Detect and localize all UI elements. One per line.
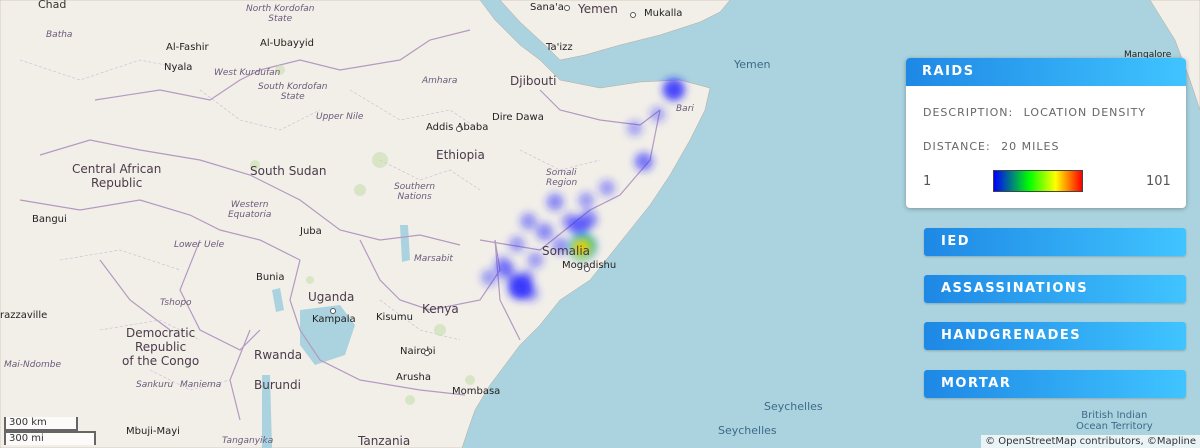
label-batha: Batha xyxy=(46,30,73,40)
city-dot xyxy=(564,5,570,11)
heat-point xyxy=(634,152,654,172)
label-brazzaville: razzaville xyxy=(0,310,48,321)
label-upper-nile: Upper Nile xyxy=(316,112,364,122)
label-kampala: Kampala xyxy=(312,314,356,325)
heat-point xyxy=(662,78,686,101)
label-nyala: Nyala xyxy=(164,62,193,73)
label-sanaa: Sana'a xyxy=(530,2,564,13)
label-mbuji-mayi: Mbuji-Mayi xyxy=(126,426,180,437)
label-tanzania: Tanzania xyxy=(358,434,411,448)
description-label: DESCRIPTION: xyxy=(923,106,1014,119)
city-dot xyxy=(584,266,590,272)
heat-point xyxy=(546,193,564,211)
label-nairobi: Nairobi xyxy=(400,346,436,357)
label-bunia: Bunia xyxy=(256,272,285,283)
distance-label: DISTANCE: xyxy=(923,140,991,153)
heat-point xyxy=(626,120,643,137)
label-bari: Bari xyxy=(676,104,694,114)
label-al-fashir: Al-Fashir xyxy=(166,42,209,53)
label-dire-dawa: Dire Dawa xyxy=(492,112,544,123)
label-djibouti: Djibouti xyxy=(510,74,557,88)
label-marsabit: Marsabit xyxy=(414,254,453,264)
label-mai-ndombe: Mai-Ndombe xyxy=(4,360,61,370)
label-somalia: Somalia xyxy=(542,244,591,258)
city-dot xyxy=(330,308,336,314)
label-sankuru: Sankuru xyxy=(136,380,174,390)
label-amhara: Amhara xyxy=(422,76,458,86)
description-value: LOCATION DENSITY xyxy=(1023,106,1147,119)
city-dot xyxy=(630,12,636,18)
heat-point xyxy=(649,106,666,123)
category-button-handgrenades[interactable]: HANDGRENADES xyxy=(924,322,1186,350)
label-lower-uele: Lower Uele xyxy=(174,240,225,250)
label-uganda: Uganda xyxy=(308,290,355,304)
label-arusha: Arusha xyxy=(396,372,431,383)
label-drc: Democratic Republic of the Congo xyxy=(122,326,200,368)
heat-point xyxy=(508,236,526,253)
scale-km: 300 km xyxy=(4,417,78,431)
label-seychelles-2: Seychelles xyxy=(718,424,777,437)
heat-point xyxy=(519,212,537,230)
label-mukalla: Mukalla xyxy=(644,8,683,19)
legend-panel: RAIDS DESCRIPTION: LOCATION DENSITY DIST… xyxy=(906,58,1186,208)
heat-point xyxy=(598,179,616,197)
label-yemen-sea: Yemen xyxy=(734,58,771,71)
category-button-mortar[interactable]: MORTAR xyxy=(924,370,1186,398)
legend-color-bar xyxy=(993,170,1083,192)
heat-point xyxy=(579,210,598,229)
city-dot xyxy=(424,350,430,356)
legend-max: 101 xyxy=(1146,174,1171,189)
description-row: DESCRIPTION: LOCATION DENSITY xyxy=(923,106,1152,119)
distance-row: DISTANCE: 20 MILES xyxy=(923,140,1065,153)
label-rwanda: Rwanda xyxy=(254,348,303,362)
label-western-equatoria: Western Equatoria xyxy=(228,200,272,220)
heat-point xyxy=(561,212,579,230)
label-seychelles-1: Seychelles xyxy=(764,400,823,413)
label-taizz: Ta'izz xyxy=(546,42,573,53)
label-mombasa: Mombasa xyxy=(452,386,501,397)
heat-point xyxy=(481,269,498,286)
label-chad: Chad xyxy=(38,0,67,11)
label-juba: Juba xyxy=(300,226,322,237)
label-maniema: Maniema xyxy=(180,380,222,390)
legend-min: 1 xyxy=(923,174,932,189)
category-button-assassinations[interactable]: ASSASSINATIONS xyxy=(924,275,1186,303)
label-somali-region: Somali Region xyxy=(546,168,578,188)
label-tanganyika: Tanganyika xyxy=(222,436,274,446)
panel-title[interactable]: RAIDS xyxy=(906,58,1186,86)
label-kisumu: Kisumu xyxy=(376,312,413,323)
heat-point xyxy=(535,223,554,241)
scale-mi: 300 mi xyxy=(4,431,96,445)
label-kenya: Kenya xyxy=(422,302,459,316)
label-tshopo: Tshopo xyxy=(160,298,192,308)
label-british-indian-ocean: British Indian Ocean Territory xyxy=(1076,410,1153,432)
label-southern-nations: Southern Nations xyxy=(394,182,436,202)
label-south-sudan: South Sudan xyxy=(250,164,327,178)
label-ethiopia: Ethiopia xyxy=(436,148,485,162)
label-yemen-top: Yemen xyxy=(578,2,618,16)
label-al-ubayyid: Al-Ubayyid xyxy=(260,38,314,49)
attribution: © OpenStreetMap contributors, ©Mapline xyxy=(981,435,1200,448)
city-dot xyxy=(456,126,462,132)
label-north-kordofan: North Kordofan State xyxy=(246,4,315,24)
label-bangui: Bangui xyxy=(32,214,67,225)
heat-point xyxy=(522,285,539,302)
distance-value: 20 MILES xyxy=(1001,140,1060,153)
label-south-kordofan: South Kordofan State xyxy=(258,82,328,102)
heat-point xyxy=(517,269,535,286)
label-burundi: Burundi xyxy=(254,378,301,392)
heat-point xyxy=(499,263,517,281)
label-west-kurdufan: West Kurdufan xyxy=(214,68,281,78)
category-button-ied[interactable]: IED xyxy=(924,228,1186,256)
heat-point xyxy=(577,192,595,209)
label-central-african-republic: Central African Republic xyxy=(72,162,162,190)
